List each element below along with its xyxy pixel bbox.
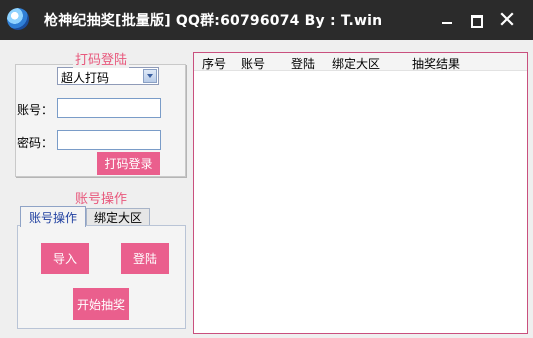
captcha-service-value: 超人打码: [61, 71, 110, 85]
minimize-button[interactable]: [434, 8, 460, 32]
column-header-bind-region[interactable]: 绑定大区: [332, 55, 380, 72]
maximize-icon: [471, 15, 483, 28]
start-lottery-button[interactable]: 开始抽奖: [73, 288, 129, 320]
column-header-lottery-result[interactable]: 抽奖结果: [412, 55, 460, 72]
column-header-index[interactable]: 序号: [202, 55, 226, 72]
login-button[interactable]: 登陆: [121, 243, 169, 274]
account-label: 账号：: [17, 103, 54, 117]
password-label: 密码：: [17, 136, 54, 150]
results-header: 序号 账号 登陆 绑定大区 抽奖结果: [194, 53, 527, 71]
tab-bind-region[interactable]: 绑定大区: [86, 208, 150, 226]
app-globe-icon: [7, 8, 29, 30]
column-header-account[interactable]: 账号: [241, 55, 265, 72]
captcha-login-button[interactable]: 打码登录: [97, 152, 160, 175]
close-icon: [500, 12, 514, 26]
captcha-service-select[interactable]: 超人打码: [57, 67, 159, 85]
import-button[interactable]: 导入: [41, 243, 89, 274]
column-header-login[interactable]: 登陆: [291, 55, 315, 72]
account-ops-group-title: 账号操作: [73, 188, 130, 207]
password-input[interactable]: [57, 130, 161, 150]
tab-account-ops[interactable]: 账号操作: [20, 206, 86, 227]
chevron-down-icon[interactable]: [143, 69, 157, 83]
minimize-icon: [442, 22, 452, 24]
title-bar: 枪神纪抽奖[批量版] QQ群:60796074 By : T.win: [0, 0, 533, 40]
close-button[interactable]: [494, 8, 520, 32]
maximize-button[interactable]: [463, 8, 489, 32]
account-input[interactable]: [57, 98, 161, 118]
login-group-title: 打码登陆: [73, 49, 130, 68]
window-title: 枪神纪抽奖[批量版] QQ群:60796074 By : T.win: [44, 13, 383, 29]
results-list[interactable]: 序号 账号 登陆 绑定大区 抽奖结果: [193, 52, 528, 334]
